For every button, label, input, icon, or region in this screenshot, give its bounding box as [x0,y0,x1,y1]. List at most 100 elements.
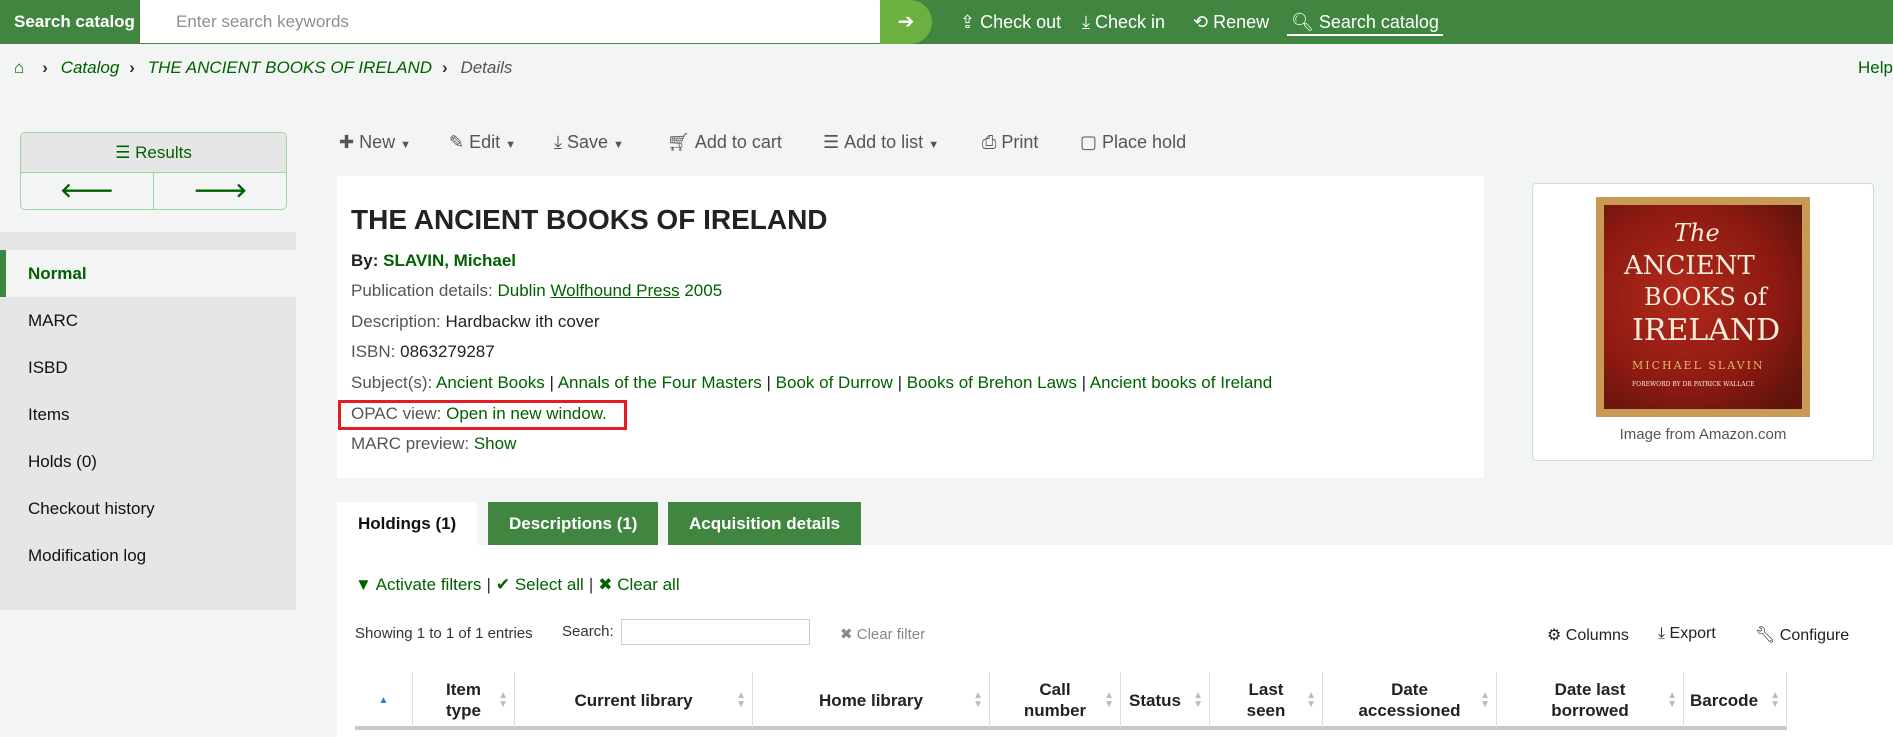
publication-row: Publication details: Dublin Wolfhound Pr… [351,281,723,300]
sticky-note-icon: ▢ [1080,132,1098,152]
save-button[interactable]: ⤓ Save ▼ [554,128,624,156]
book-cover-image[interactable]: The ANCIENT BOOKS of IRELAND MICHAEL SLA… [1596,197,1810,417]
opac-view-link[interactable]: Open in new window. [446,404,607,423]
download-icon: ⤓ [1658,625,1666,642]
sort-icon: ▲ ▼ [1104,690,1114,710]
publisher-link[interactable]: Wolfhound Press [550,281,679,300]
entries-info: Showing 1 to 1 of 1 entries [355,625,533,642]
image-caption: Image from Amazon.com [1619,426,1787,443]
sort-icon: ▲ ▼ [1770,690,1780,710]
column-header[interactable]: Current library ▲ ▼ [514,672,752,728]
tab-acquisition-details[interactable]: Acquisition details [668,502,862,545]
marc-preview-link[interactable]: Show [474,434,517,453]
clear-all-link[interactable]: ✖ Clear all [598,575,679,594]
sidebar-item-normal[interactable]: Normal [0,250,296,297]
clear-filter-button[interactable]: ✖ Clear filter [840,625,925,643]
print-icon: ⎙ [982,132,997,152]
gear-icon: ⚙ [1547,627,1562,644]
column-header[interactable]: Date accessioned ▲ ▼ [1322,672,1496,728]
new-button[interactable]: ✚ New ▼ [339,128,411,156]
record-view-menu: Normal MARC ISBD Items Holds (0) Checkou… [0,232,296,610]
pub-place-link[interactable]: Dublin [498,281,546,300]
check-out-link[interactable]: ⇪ Check out [960,0,1061,44]
isbn-row: ISBN: 0863279287 [351,342,495,361]
place-hold-button[interactable]: ▢ Place hold [1080,128,1186,156]
subject-link[interactable]: Books of Brehon Laws [907,373,1077,392]
results-button[interactable]: ☰ Results [21,133,286,173]
breadcrumb-catalog[interactable]: Catalog [61,58,120,77]
column-header[interactable]: Last seen ▲ ▼ [1209,672,1322,728]
sort-icon: ▲ ▼ [1667,690,1677,710]
author-link[interactable]: SLAVIN, Michael [383,251,516,270]
sidebar-item-isbd[interactable]: ISBD [0,344,296,391]
search-catalog-link[interactable]: 🔍︎ Search catalog [1287,0,1443,36]
opac-view-row: OPAC view: Open in new window. [351,404,607,423]
chevron-icon: › [129,58,135,77]
renew-link[interactable]: ⟲ Renew [1193,0,1269,44]
subject-link[interactable]: Annals of the Four Masters [558,373,762,392]
search-submit-button[interactable]: ➔ [880,0,932,44]
author-row: By: SLAVIN, Michael [351,251,517,270]
arrow-left-icon: 🡐 [60,180,114,202]
record-title: THE ANCIENT BOOKS OF IRELAND [351,204,828,235]
arrow-right-icon: ➔ [897,11,915,33]
check-in-link[interactable]: ⤓ Check in [1082,0,1165,44]
column-header[interactable]: Home library ▲ ▼ [752,672,989,728]
select-column-header[interactable]: ▲ [355,672,412,728]
holdings-table-header: ▲ Item type ▲ ▼ Current library ▲ ▼ Home lib… [355,672,1787,730]
next-result-button[interactable]: 🡒 [154,173,286,209]
search-input[interactable] [140,0,900,43]
column-header[interactable]: Status ▲ ▼ [1120,672,1209,728]
plus-icon: ✚ [339,132,355,152]
caret-down-icon: ▼ [400,139,412,151]
sidebar-item-marc[interactable]: MARC [0,297,296,344]
cart-icon: 🛒︎ [667,132,690,152]
breadcrumb-record[interactable]: THE ANCIENT BOOKS OF IRELAND [148,58,432,77]
sidebar-item-modification-log[interactable]: Modification log [0,532,296,579]
sidebar-item-holds[interactable]: Holds (0) [0,438,296,485]
sort-icon: ▲ ▼ [1306,690,1316,710]
caret-down-icon: ▼ [928,139,940,151]
add-to-list-button[interactable]: ☰ Add to list ▼ [823,128,939,156]
column-header[interactable]: Call number ▲ ▼ [989,672,1120,728]
configure-button[interactable]: 🔧︎ Configure [1755,625,1849,645]
previous-result-button[interactable]: 🡐 [21,173,154,209]
sort-icon: ▲ ▼ [1480,690,1490,710]
help-link[interactable]: Help [1858,58,1893,78]
tab-holdings[interactable]: Holdings (1) [337,502,478,545]
column-header[interactable]: Date last borrowed ▲ ▼ [1496,672,1683,728]
column-header[interactable]: Item type ▲ ▼ [412,672,514,728]
download-icon: ⤓ [554,132,562,152]
upload-icon: ⇪ [960,12,981,32]
tab-descriptions[interactable]: Descriptions (1) [488,502,659,545]
sidebar-item-items[interactable]: Items [0,391,296,438]
search-catalog-label[interactable]: Search catalog [0,0,150,44]
marc-preview-row: MARC preview: Show [351,434,517,453]
select-all-link[interactable]: ✔ Select all [496,575,584,594]
export-button[interactable]: ⤓ Export [1658,625,1716,643]
sort-icon: ▲ ▼ [973,690,983,710]
add-to-cart-button[interactable]: 🛒︎ Add to cart [667,128,782,156]
subject-link[interactable]: Book of Durrow [776,373,893,392]
chevron-icon: › [442,58,448,77]
pub-year[interactable]: 2005 [684,281,722,300]
columns-button[interactable]: ⚙ Columns [1547,625,1629,645]
sort-icon: ▲ ▼ [736,690,746,710]
subject-link[interactable]: Ancient Books [436,373,545,392]
pencil-icon: ✎ [449,132,465,152]
print-button[interactable]: ⎙ Print [982,128,1038,156]
caret-down-icon: ▼ [505,139,517,151]
column-header[interactable]: Barcode ▲ ▼ [1683,672,1787,728]
filter-icon: ▼ [355,575,372,594]
arrow-right-icon: 🡒 [193,180,248,202]
edit-button[interactable]: ✎ Edit ▼ [449,128,516,156]
subjects-row: Subject(s): Ancient Books | Annals of th… [351,373,1273,392]
sort-icon: ▲ ▼ [1193,690,1203,710]
caret-down-icon: ▼ [613,139,624,151]
table-search-input[interactable] [621,619,810,645]
activate-filters-link[interactable]: ▼ Activate filters [355,575,481,594]
subject-link[interactable]: Ancient books of Ireland [1090,373,1272,392]
home-icon[interactable]: ⌂ [14,58,24,77]
sidebar-item-checkout-history[interactable]: Checkout history [0,485,296,532]
breadcrumb-current: Details [460,58,513,77]
